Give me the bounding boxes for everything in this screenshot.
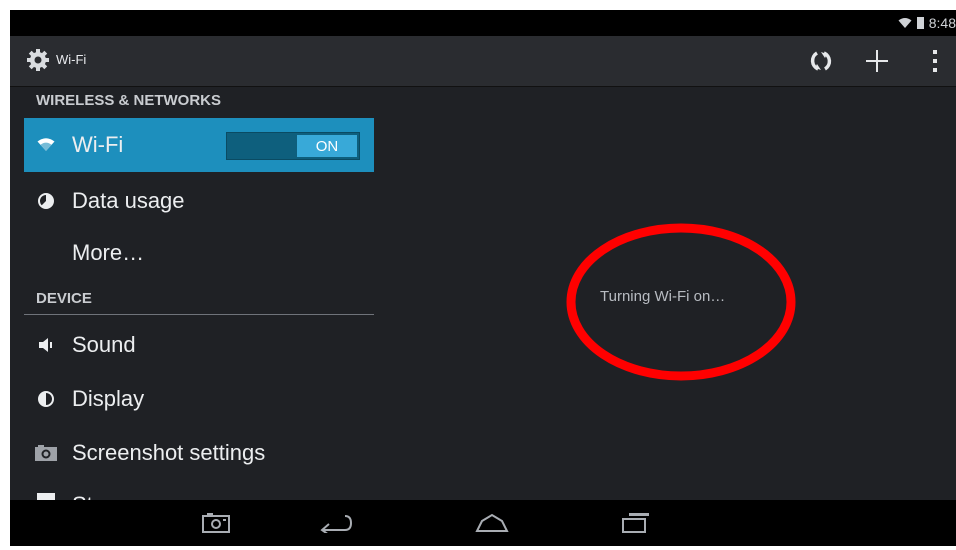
battery-icon bbox=[916, 17, 924, 29]
settings-list: WIRELESS & NETWORKS Wi-Fi ON Data usage … bbox=[10, 86, 376, 508]
data-usage-icon bbox=[34, 189, 58, 213]
camera-icon bbox=[34, 441, 58, 465]
back-icon bbox=[320, 515, 353, 533]
settings-item-data-usage[interactable]: Data usage bbox=[24, 174, 374, 228]
settings-gear-icon[interactable] bbox=[26, 48, 50, 72]
settings-item-label: Data usage bbox=[72, 188, 185, 213]
wifi-toggle-on-label: ON bbox=[297, 135, 357, 157]
settings-item-sound[interactable]: Sound bbox=[24, 318, 374, 372]
navigation-bar bbox=[10, 500, 956, 546]
brightness-icon bbox=[34, 387, 58, 411]
recents-icon bbox=[622, 513, 649, 533]
settings-item-display[interactable]: Display bbox=[24, 372, 374, 426]
section-divider bbox=[24, 314, 374, 315]
wps-button[interactable] bbox=[806, 46, 836, 76]
add-icon bbox=[866, 50, 888, 72]
action-bar: Wi-Fi bbox=[10, 36, 956, 87]
settings-item-label: Sound bbox=[72, 332, 136, 357]
settings-item-screenshot[interactable]: Screenshot settings bbox=[24, 426, 374, 480]
wifi-menu-icon bbox=[34, 133, 58, 157]
overflow-menu-icon bbox=[933, 50, 937, 72]
recents-button[interactable] bbox=[616, 508, 656, 538]
status-indicators: 8:48 bbox=[898, 14, 956, 32]
screenshot-icon bbox=[202, 513, 230, 533]
settings-item-label: More… bbox=[72, 240, 145, 265]
screenshot-button[interactable] bbox=[196, 508, 236, 538]
settings-item-wifi[interactable]: Wi-Fi ON bbox=[24, 118, 374, 172]
status-time: 8:48 bbox=[928, 15, 956, 31]
status-bar: 8:48 bbox=[10, 10, 956, 36]
settings-item-label: Wi-Fi bbox=[72, 132, 124, 157]
speaker-icon bbox=[34, 333, 58, 357]
home-icon bbox=[475, 513, 509, 532]
settings-item-label: Screenshot settings bbox=[72, 440, 266, 465]
settings-item-label: Display bbox=[72, 386, 145, 411]
settings-item-more[interactable]: More… bbox=[24, 226, 374, 280]
section-header-wireless: WIRELESS & NETWORKS bbox=[36, 92, 222, 109]
page-title: Wi-Fi bbox=[56, 52, 87, 67]
highlight-ellipse bbox=[566, 223, 796, 381]
section-header-device: DEVICE bbox=[36, 290, 92, 307]
wps-icon bbox=[810, 51, 832, 71]
wifi-toggle[interactable]: ON bbox=[226, 132, 360, 160]
home-button[interactable] bbox=[472, 508, 512, 538]
wifi-icon bbox=[898, 18, 912, 28]
overflow-menu-button[interactable] bbox=[920, 46, 950, 76]
add-network-button[interactable] bbox=[862, 46, 892, 76]
android-settings-screen: 8:48 Wi-Fi WIRELESS & NETWORKS Wi-Fi ON … bbox=[10, 10, 956, 546]
back-button[interactable] bbox=[316, 508, 356, 538]
